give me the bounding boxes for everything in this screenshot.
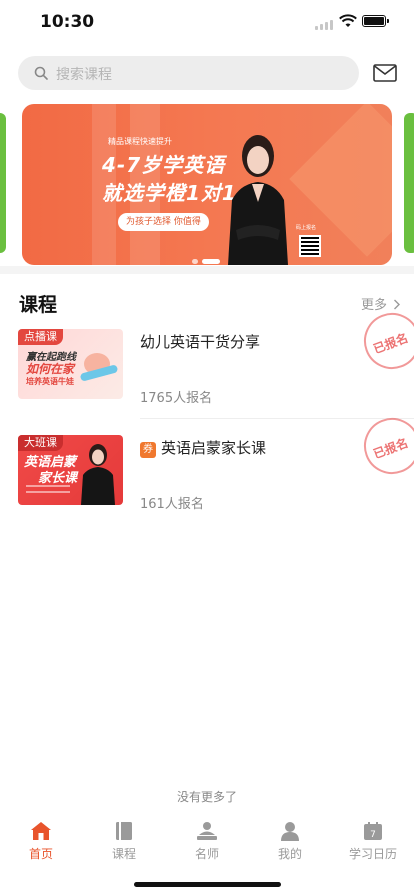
teacher-photo [228, 135, 288, 265]
course-thumbnail: 大班课 英语启蒙 家长课 [18, 435, 123, 505]
banner-label: 精品课程快速提升 [108, 137, 172, 146]
wifi-icon [339, 14, 357, 27]
course-item[interactable]: 大班课 英语启蒙 家长课 券 英语启蒙家长课 161人报名 [0, 435, 414, 535]
search-bar[interactable]: 搜索课程 [18, 56, 359, 90]
more-link[interactable]: 更多 [361, 294, 401, 313]
search-icon [34, 66, 48, 80]
carousel-dots [192, 249, 224, 265]
list-separator [140, 418, 414, 419]
teacher-icon [197, 822, 217, 840]
enrollment-count: 1765人报名 [140, 391, 213, 406]
enrollment-count: 161人报名 [140, 497, 204, 512]
search-placeholder: 搜索课程 [56, 67, 112, 83]
section-title: 课程 [19, 294, 58, 316]
carousel-next-card[interactable] [404, 113, 414, 253]
tab-home[interactable]: 首页 [0, 821, 82, 862]
qr-code [299, 235, 321, 257]
cellular-signal-icon [315, 20, 333, 30]
banner-pill: 为孩子选择 你值得 [118, 213, 209, 231]
chevron-right-icon [394, 299, 401, 310]
course-type-tag: 大班课 [18, 435, 63, 451]
tab-calendar[interactable]: 7 学习日历 [332, 821, 414, 862]
course-thumbnail: 点播课 赢在起跑线 如何在家 培养英语牛娃 [18, 329, 123, 399]
banner-headline: 4-7岁学英语 就选学橙1对1 [102, 153, 237, 205]
course-item[interactable]: 点播课 赢在起跑线 如何在家 培养英语牛娃 幼儿英语干货分享 1765人报名 [0, 329, 414, 429]
course-title: 幼儿英语干货分享 [140, 333, 261, 351]
mail-icon[interactable] [373, 64, 397, 82]
tab-courses[interactable]: 课程 [83, 821, 165, 862]
no-more-text: 没有更多了 [176, 790, 237, 804]
section-divider [0, 266, 414, 274]
carousel-prev-card[interactable] [0, 113, 6, 253]
course-title: 英语启蒙家长课 [161, 439, 267, 457]
home-indicator [134, 882, 281, 887]
status-bar: 10:30 [0, 0, 414, 44]
calendar-icon: 7 [364, 822, 382, 840]
coupon-badge: 券 [140, 437, 156, 458]
svg-text:7: 7 [370, 830, 376, 840]
course-type-tag: 点播课 [18, 329, 63, 345]
tab-teachers[interactable]: 名师 [166, 821, 248, 862]
qr-caption: 码上报名 [296, 225, 317, 231]
promo-banner[interactable]: 精品课程快速提升 4-7岁学英语 就选学橙1对1 为孩子选择 你值得 码上报名 [22, 104, 392, 265]
tab-profile[interactable]: 我的 [249, 821, 331, 862]
book-icon [116, 822, 132, 840]
person-icon [281, 822, 299, 841]
status-time: 10:30 [40, 12, 95, 32]
home-icon [31, 822, 51, 840]
battery-icon [362, 15, 389, 27]
